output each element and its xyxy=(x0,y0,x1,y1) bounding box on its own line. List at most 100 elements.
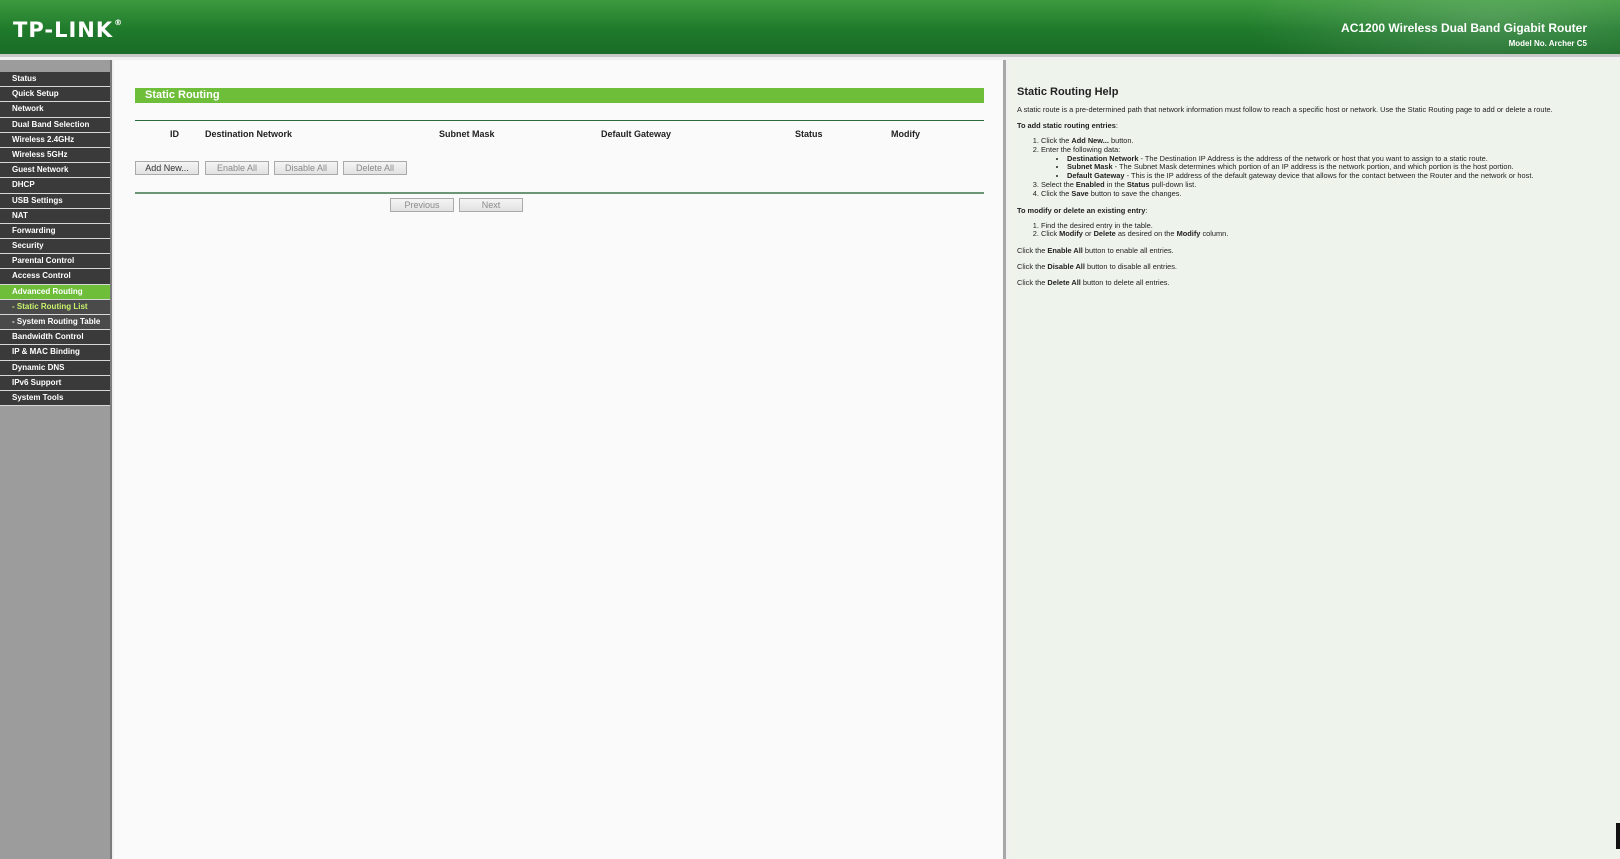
sidebar-item-bandwidth-control[interactable]: Bandwidth Control xyxy=(0,330,110,346)
page-title: Static Routing xyxy=(135,88,984,103)
help-add-heading: To add static routing entries: xyxy=(1017,121,1610,130)
help-text: as desired on the xyxy=(1115,229,1177,239)
sidebar-item-dynamic-dns[interactable]: Dynamic DNS xyxy=(0,360,110,376)
help-text: button to disable all entries. xyxy=(1084,262,1177,272)
sidebar-item-ip-mac-binding[interactable]: IP & MAC Binding xyxy=(0,345,110,361)
help-bold: Modify xyxy=(1059,229,1083,239)
help-add-step-4: Click the Save button to save the change… xyxy=(1041,188,1610,199)
product-info: AC1200 Wireless Dual Band Gigabit Router… xyxy=(1341,21,1587,48)
column-header-subnet-mask: Subnet Mask xyxy=(439,129,495,139)
help-add-heading-text: To add static routing entries xyxy=(1017,121,1116,130)
help-enable-all: Click the Enable All button to enable al… xyxy=(1017,246,1610,255)
sidebar-item-forwarding[interactable]: Forwarding xyxy=(0,223,110,240)
help-text: or xyxy=(1082,229,1094,239)
help-add-step-1: Click the Add New... button. xyxy=(1041,136,1610,146)
logo-text: TP-LINK xyxy=(13,18,114,42)
disable-all-button[interactable]: Disable All xyxy=(274,161,338,175)
product-name: AC1200 Wireless Dual Band Gigabit Router xyxy=(1341,21,1587,35)
help-text: Click the xyxy=(1017,262,1048,272)
column-header-destination-network: Destination Network xyxy=(205,129,293,139)
sidebar-item-wireless-5ghz[interactable]: Wireless 5GHz xyxy=(0,147,110,164)
main-content: Static Routing ID Destination Network Su… xyxy=(114,60,1006,859)
help-bold: Delete xyxy=(1093,229,1116,239)
help-bold: Add New... xyxy=(1071,136,1109,145)
column-header-status: Status xyxy=(795,129,823,139)
help-text: column. xyxy=(1200,229,1229,239)
help-delete-all: Click the Delete All button to delete al… xyxy=(1017,278,1610,287)
sidebar-item-usb-settings[interactable]: USB Settings xyxy=(0,193,110,209)
help-add-steps: Click the Add New... button. Enter the f… xyxy=(1017,136,1610,199)
help-text: in the xyxy=(1104,179,1127,189)
help-modify-heading: To modify or delete an existing entry: xyxy=(1017,206,1610,215)
sidebar-item-ipv6-support[interactable]: IPv6 Support xyxy=(0,375,110,391)
help-add-step-2: Enter the following data: Destination Ne… xyxy=(1041,144,1610,181)
tp-link-logo: TP-LINK® xyxy=(13,18,123,42)
help-bold: Disable All xyxy=(1047,262,1085,272)
sidebar-item-static-routing-list[interactable]: - Static Routing List xyxy=(0,299,110,315)
help-text: Click the xyxy=(1041,188,1072,198)
help-text: - This is the IP address of the default … xyxy=(1124,171,1534,181)
scrollbar-handle[interactable] xyxy=(1616,823,1620,849)
help-bold: Save xyxy=(1071,188,1089,198)
header-banner: TP-LINK® AC1200 Wireless Dual Band Gigab… xyxy=(0,0,1620,57)
help-bold: Subnet Mask xyxy=(1067,162,1113,172)
sidebar-item-dhcp[interactable]: DHCP xyxy=(0,178,110,194)
sidebar-item-advanced-routing[interactable]: Advanced Routing xyxy=(0,284,110,300)
next-button[interactable]: Next xyxy=(459,198,523,212)
sidebar-item-parental-control[interactable]: Parental Control xyxy=(0,254,110,270)
help-text: button to save the changes. xyxy=(1088,188,1182,198)
sidebar-item-access-control[interactable]: Access Control xyxy=(0,269,110,285)
help-bold: Enable All xyxy=(1047,246,1083,256)
help-bold: Modify xyxy=(1176,229,1201,239)
help-bold: Enabled xyxy=(1075,179,1105,189)
help-text: button to enable all entries. xyxy=(1082,246,1174,256)
column-header-id: ID xyxy=(170,129,179,139)
help-text: Select the xyxy=(1041,179,1076,189)
column-header-modify: Modify xyxy=(891,129,920,139)
sidebar-item-system-tools[interactable]: System Tools xyxy=(0,390,110,407)
previous-button[interactable]: Previous xyxy=(390,198,454,212)
help-text: Click xyxy=(1041,229,1060,239)
table-bottom-divider xyxy=(135,192,984,194)
help-text: Enter the following data: xyxy=(1041,144,1121,154)
help-text: Click the xyxy=(1017,278,1048,288)
help-bold: Default Gateway xyxy=(1067,171,1125,181)
help-bold: Delete All xyxy=(1047,278,1081,288)
sidebar-item-status[interactable]: Status xyxy=(0,72,110,88)
help-add-heading-colon: : xyxy=(1115,121,1118,130)
help-text: - The Destination IP Address is the addr… xyxy=(1138,153,1488,163)
sidebar-item-network[interactable]: Network xyxy=(0,102,110,118)
help-field-list: Destination Network - The Destination IP… xyxy=(1041,153,1610,181)
help-text: Click the xyxy=(1041,136,1072,145)
column-header-default-gateway: Default Gateway xyxy=(601,129,672,139)
help-text: - The Subnet Mask determines which porti… xyxy=(1112,162,1514,172)
help-disable-all: Click the Disable All button to disable … xyxy=(1017,262,1610,271)
table-top-divider xyxy=(135,120,984,121)
help-modify-step-2: Click Modify or Delete as desired on the… xyxy=(1041,229,1610,239)
sidebar-menu: Status Quick Setup Network Dual Band Sel… xyxy=(0,60,112,859)
help-text: pull-down list. xyxy=(1149,179,1197,189)
help-modify-steps: Find the desired entry in the table. Cli… xyxy=(1017,221,1610,240)
sidebar-item-nat[interactable]: NAT xyxy=(0,208,110,224)
help-modify-heading-colon: : xyxy=(1145,205,1148,215)
help-bold: Status xyxy=(1126,179,1150,189)
help-text: button. xyxy=(1108,136,1134,145)
help-bold: Destination Network xyxy=(1067,153,1139,163)
sidebar-item-quick-setup[interactable]: Quick Setup xyxy=(0,87,110,103)
model-number: Model No. Archer C5 xyxy=(1508,39,1587,48)
sidebar-item-wireless-2-4ghz[interactable]: Wireless 2.4GHz xyxy=(0,132,110,148)
help-intro: A static route is a pre-determined path … xyxy=(1017,105,1553,114)
sidebar-item-security[interactable]: Security xyxy=(0,239,110,255)
help-modify-heading-text: To modify or delete an existing entry xyxy=(1017,205,1146,215)
enable-all-button[interactable]: Enable All xyxy=(205,161,269,175)
logo-registered-mark: ® xyxy=(114,18,124,27)
sidebar-item-guest-network[interactable]: Guest Network xyxy=(0,163,110,179)
sidebar-item-dual-band-selection[interactable]: Dual Band Selection xyxy=(0,117,110,133)
help-text: Click the xyxy=(1017,246,1048,256)
add-new-button[interactable]: Add New... xyxy=(135,161,199,175)
delete-all-button[interactable]: Delete All xyxy=(343,161,407,175)
help-title: Static Routing Help xyxy=(1017,86,1119,98)
sidebar-item-system-routing-table[interactable]: - System Routing Table xyxy=(0,315,110,331)
help-text: button to delete all entries. xyxy=(1080,278,1170,288)
help-panel: Static Routing Help A static route is a … xyxy=(1009,60,1620,859)
